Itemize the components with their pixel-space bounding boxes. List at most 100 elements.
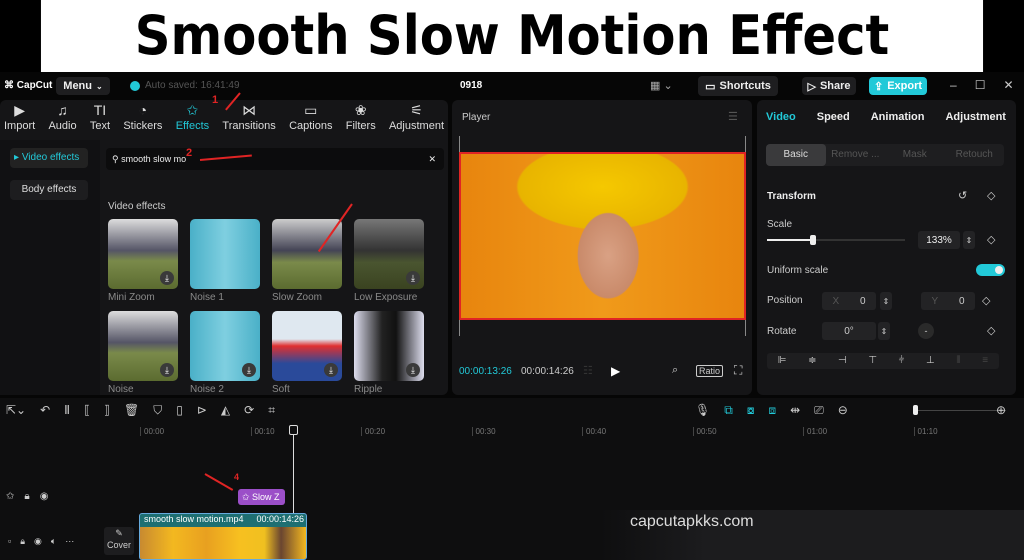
tool-transitions[interactable]: ⋈ Transitions [222, 102, 275, 136]
menu-button[interactable]: Menu ⌄ [56, 77, 110, 95]
subtab-basic[interactable]: Basic [766, 144, 826, 166]
more-icon[interactable]: ⋯ [65, 536, 74, 547]
distribute-h-icon[interactable]: ⦀ [956, 353, 960, 369]
player-menu-icon[interactable]: ☰ [728, 110, 738, 123]
video-clip[interactable]: smooth slow motion.mp4 00:00:14:26 [139, 513, 307, 560]
auto-snap-icon[interactable]: ⧇ [747, 403, 755, 418]
align-left-icon[interactable]: ⊫ [778, 353, 787, 369]
x-stepper-icon[interactable]: ⇕ [880, 292, 892, 310]
sidebar-item-video-effects[interactable]: ▸ Video effects [10, 148, 88, 168]
split-right-icon[interactable]: ⟧ [104, 403, 110, 418]
tool-adjustment[interactable]: ⚟ Adjustment [389, 102, 444, 136]
align-middle-icon[interactable]: ⫩ [899, 353, 905, 369]
export-button[interactable]: ⇪ Export [869, 77, 927, 95]
crop-icon[interactable]: ⌗ [268, 403, 275, 418]
shortcuts-button[interactable]: ▭ Shortcuts [698, 76, 778, 96]
align-bottom-icon[interactable]: ⊥ [926, 353, 935, 369]
eye-icon[interactable]: ◉ [40, 491, 49, 502]
select-tool-icon[interactable]: ⇱⌄ [6, 403, 26, 418]
tool-text[interactable]: TI Text [90, 102, 110, 136]
zoom-in-icon[interactable]: ⊕ [996, 403, 1006, 417]
microphone-icon[interactable]: 🎙︎ [695, 403, 710, 418]
tool-audio[interactable]: ♫ Audio [48, 102, 76, 136]
effect-clip-slow-zoom[interactable]: ✩ Slow Z [238, 489, 285, 505]
linkage-icon[interactable]: ⧈ [768, 403, 776, 418]
layout-icon[interactable]: ▦ ⌄ [650, 79, 673, 92]
uniform-scale-toggle[interactable] [976, 264, 1005, 276]
zoom-out-icon[interactable]: ⊖ [838, 403, 848, 418]
undo-icon[interactable]: ↶ [40, 403, 50, 418]
lock-icon[interactable]: 🔒︎ [20, 536, 25, 547]
tool-effects[interactable]: ✩ Effects [176, 102, 209, 136]
tool-captions[interactable]: ▭ Captions [289, 102, 332, 136]
effect-low-exposure[interactable]: ⤓ Low Exposure [354, 219, 436, 303]
subtab-remove[interactable]: Remove ... [826, 144, 886, 166]
align-center-icon[interactable]: ≑ [808, 353, 816, 369]
tab-adjustment[interactable]: Adjustment [945, 111, 1006, 123]
effect-noise-1[interactable]: Noise 1 [190, 219, 272, 303]
download-icon[interactable]: ⤓ [406, 271, 420, 285]
timeline-ruler[interactable]: 00:00 00:10 00:20 00:30 00:40 00:50 01:00 01:10 [140, 425, 1024, 439]
rotate-dial[interactable]: - [918, 323, 934, 339]
preview-axis-icon[interactable]: ⇹ [790, 403, 800, 418]
tool-filters[interactable]: ❀ Filters [346, 102, 376, 136]
download-icon[interactable]: ⤓ [242, 363, 256, 377]
tool-import[interactable]: ▶ Import [4, 102, 35, 136]
rotate-keyframe-icon[interactable]: ◇ [987, 324, 995, 337]
effect-soft[interactable]: ⤓ Soft [272, 311, 354, 395]
maximize-icon[interactable]: ☐ [975, 78, 986, 92]
playhead-handle[interactable] [289, 425, 298, 435]
rotate-field[interactable]: 0° [822, 322, 876, 340]
tab-animation[interactable]: Animation [871, 111, 925, 123]
align-top-icon[interactable]: ⊤ [868, 353, 877, 369]
play-icon[interactable]: ▶ [611, 364, 620, 378]
effect-noise-2[interactable]: ⤓ Noise 2 [190, 311, 272, 395]
effect-ripple[interactable]: ⤓ Ripple [354, 311, 436, 395]
cover-button[interactable]: ✎ Cover [104, 527, 134, 555]
subtab-mask[interactable]: Mask [885, 144, 945, 166]
scale-slider-handle[interactable] [809, 235, 816, 245]
timeline-zoom-slider[interactable] [913, 405, 1006, 415]
effect-mini-zoom[interactable]: ⤓ Mini Zoom [108, 219, 190, 303]
rotate-icon[interactable]: ⟳ [244, 403, 254, 418]
search-input[interactable]: ⚲ smooth slow mo ✕ [106, 148, 444, 170]
clear-search-icon[interactable]: ✕ [428, 148, 436, 170]
minimize-icon[interactable]: – [950, 78, 957, 92]
download-icon[interactable]: ⤓ [160, 363, 174, 377]
scale-keyframe-icon[interactable]: ◇ [987, 233, 995, 246]
lock-icon[interactable]: 🔒︎ [24, 491, 29, 502]
eye-icon[interactable]: ◉ [34, 536, 42, 547]
audio-mute-icon[interactable]: 🔈︎ [51, 536, 56, 547]
download-icon[interactable]: ⤓ [324, 363, 338, 377]
sidebar-item-body-effects[interactable]: Body effects [10, 180, 88, 200]
tab-speed[interactable]: Speed [817, 111, 850, 123]
close-icon[interactable]: ✕ [1003, 78, 1013, 92]
distribute-v-icon[interactable]: ≡ [982, 353, 988, 369]
download-icon[interactable]: ⤓ [160, 271, 174, 285]
screen-icon[interactable]: ⎚ [814, 403, 824, 418]
tab-video[interactable]: Video [766, 111, 796, 123]
rotate-stepper-icon[interactable]: ⇕ [878, 322, 890, 340]
download-icon[interactable]: ⤓ [406, 363, 420, 377]
reset-icon[interactable]: ↺ [958, 189, 967, 202]
tool-stickers[interactable]: ◔ Stickers [123, 102, 162, 136]
video-preview[interactable] [459, 152, 746, 320]
scale-slider[interactable] [767, 235, 905, 245]
position-x-field[interactable]: X0 [822, 292, 876, 310]
split-icon[interactable]: Ⅱ [64, 403, 70, 418]
marker-icon[interactable]: ⛉ [153, 403, 162, 418]
subtab-retouch[interactable]: Retouch [945, 144, 1005, 166]
timecode-format-icon[interactable]: ☷ [583, 364, 593, 377]
split-left-icon[interactable]: ⟦ [84, 403, 90, 418]
zoom-preview-icon[interactable]: ⌕ [672, 364, 678, 377]
share-button[interactable]: ▷ Share [802, 77, 856, 95]
delete-icon[interactable]: 🗑︎ [124, 403, 139, 418]
ratio-button[interactable]: Ratio [696, 365, 724, 377]
fullscreen-icon[interactable]: ⛶ [734, 363, 742, 378]
reverse-icon[interactable]: ⊳ [197, 403, 207, 418]
effect-slow-zoom[interactable]: Slow Zoom [272, 219, 354, 303]
align-right-icon[interactable]: ⊣ [838, 353, 847, 369]
scale-stepper-icon[interactable]: ⇕ [963, 231, 975, 249]
scale-value-field[interactable]: 133% [918, 231, 960, 249]
position-y-field[interactable]: Y0 [921, 292, 975, 310]
